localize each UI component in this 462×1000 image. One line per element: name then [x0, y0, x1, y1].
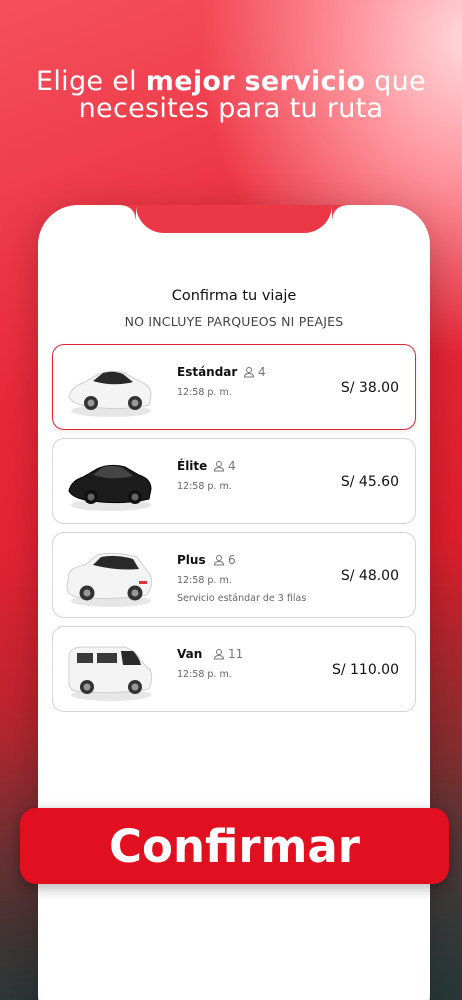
headline: Elige el mejor servicio que necesites pa…	[0, 68, 462, 122]
ride-price: S/ 48.00	[340, 568, 399, 584]
headline-line-1: Elige el mejor servicio que	[0, 68, 462, 95]
ride-option-estandar[interactable]: Estándar 4 12:58 p. m. S/ 38.00	[52, 344, 416, 430]
seat-count-value: 4	[258, 365, 266, 379]
seat-count: 6	[213, 553, 236, 567]
ride-eta: 12:58 p. m.	[177, 575, 232, 586]
seat-count-value: 11	[228, 647, 244, 661]
suv-white-icon	[66, 552, 152, 607]
ride-option-elite[interactable]: Élite 4 12:58 p. m. S/ 45.60	[52, 438, 416, 524]
ride-name: Élite	[177, 459, 208, 473]
ride-option-plus[interactable]: Plus 6 12:58 p. m. Servicio estándar de …	[52, 532, 416, 618]
seat-count-value: 4	[228, 459, 236, 473]
headline-line-2: necesites para tu ruta	[78, 93, 384, 124]
ride-name: Plus	[177, 553, 206, 567]
ride-price: S/ 110.00	[331, 662, 399, 678]
sheet-subtitle: NO INCLUYE PARQUEOS NI PEAJES	[124, 314, 344, 329]
van-white-icon	[68, 646, 153, 701]
person-icon	[243, 367, 255, 378]
sheet-title: Confirma tu viaje	[171, 288, 297, 304]
ride-price: S/ 38.00	[340, 380, 399, 396]
seat-count-value: 6	[228, 553, 236, 567]
ride-description: Servicio estándar de 3 filas	[177, 593, 307, 604]
sedan-white-icon	[68, 370, 152, 417]
ride-name: Van	[177, 647, 203, 661]
ride-eta: 12:58 p. m.	[177, 481, 232, 492]
seat-count: 4	[213, 459, 236, 473]
ride-eta: 12:58 p. m.	[177, 669, 232, 680]
ride-price: S/ 45.60	[340, 474, 399, 490]
confirm-button[interactable]: Confirmar	[20, 808, 449, 884]
seat-count: 4	[243, 365, 266, 379]
person-icon	[213, 649, 225, 660]
person-icon	[213, 461, 225, 472]
sedan-black-icon	[68, 464, 152, 511]
ride-option-van[interactable]: Van 11 12:58 p. m. S/ 110.00	[52, 626, 416, 712]
ride-eta: 12:58 p. m.	[177, 387, 232, 398]
phone-notch	[122, 205, 346, 233]
person-icon	[213, 555, 225, 566]
seat-count: 11	[213, 647, 243, 661]
ride-name: Estándar	[177, 365, 238, 379]
